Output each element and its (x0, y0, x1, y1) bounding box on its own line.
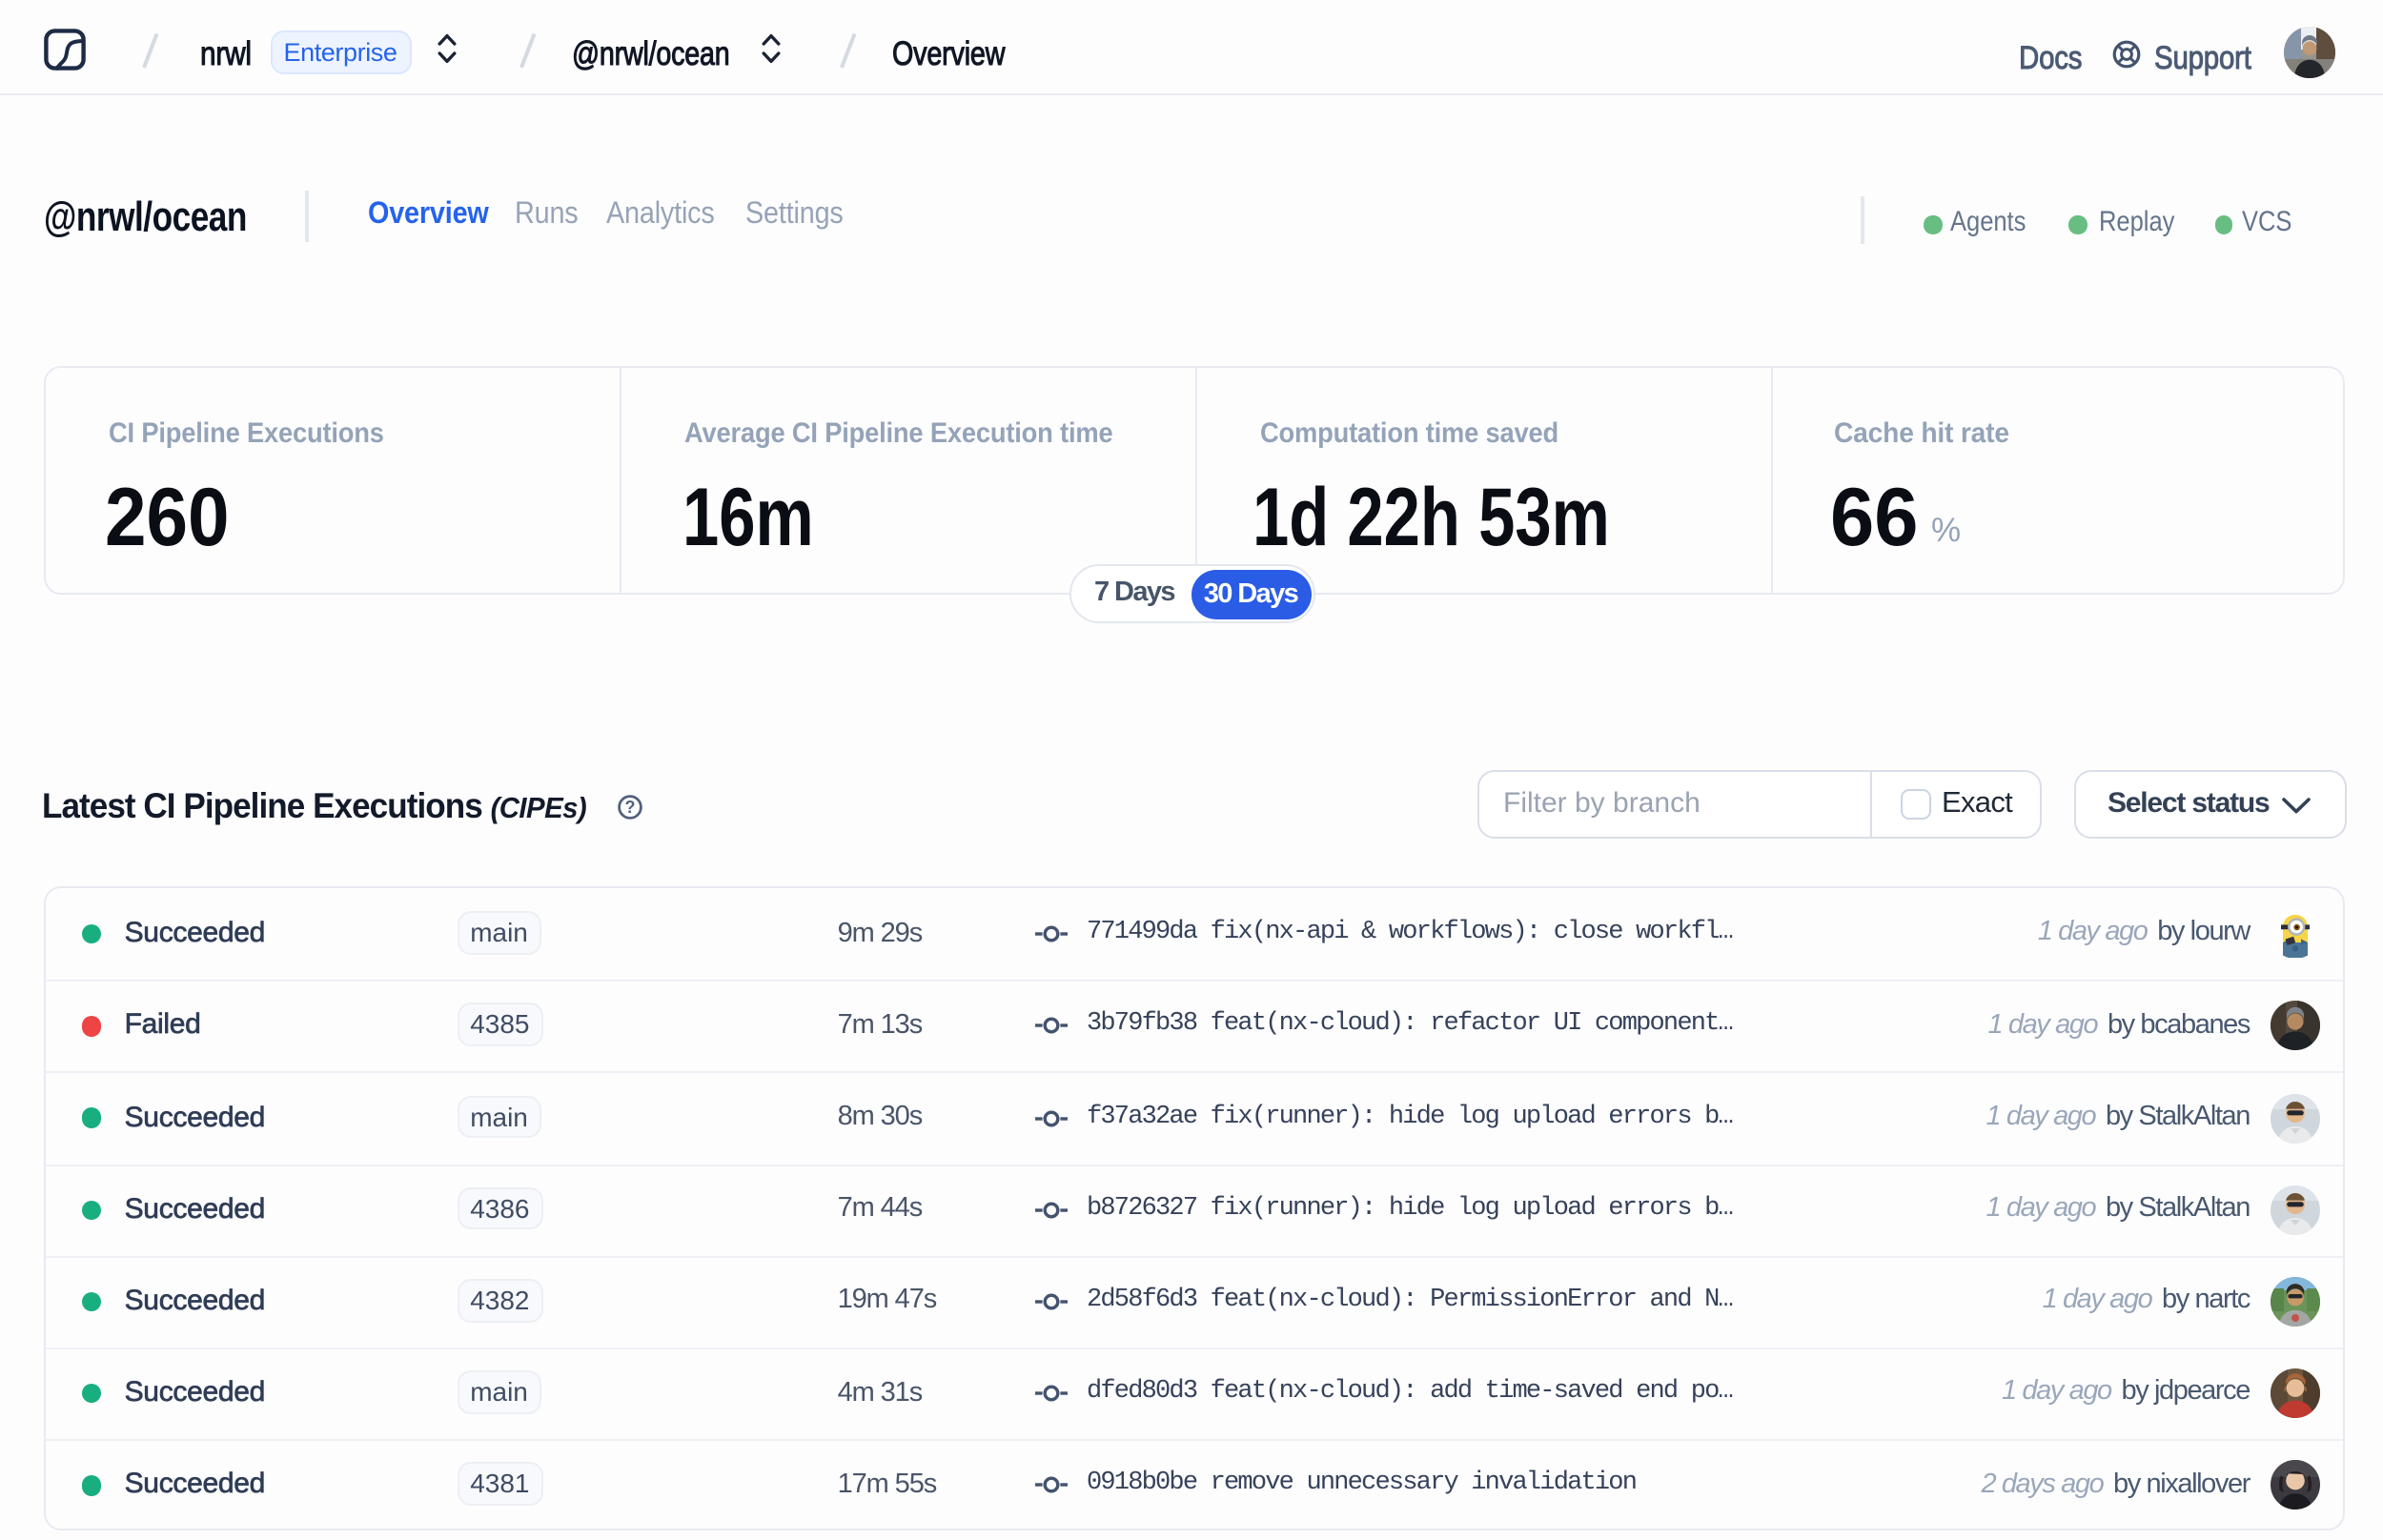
svg-text:?: ? (625, 797, 636, 816)
